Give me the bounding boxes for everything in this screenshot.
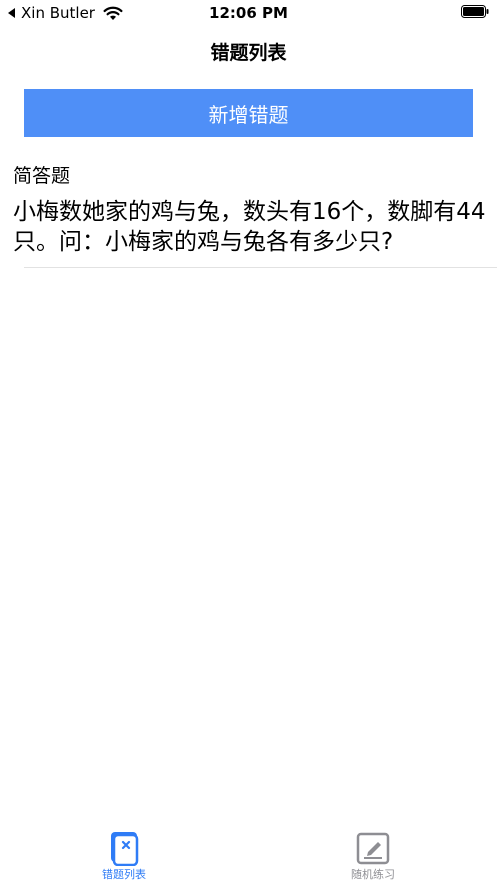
tab-random-practice[interactable]: 随机练习 (249, 822, 497, 883)
tab-label: 随机练习 (351, 868, 395, 881)
battery-icon (461, 5, 489, 18)
tab-label: 错题列表 (102, 868, 146, 881)
status-bar: Xin Butler 12:06 PM (0, 0, 497, 26)
add-wrong-question-button[interactable]: 新增错题 (24, 89, 473, 137)
question-text: 小梅数她家的鸡与兔，数头有16个，数脚有44只。问：小梅家的鸡与兔各有多少只? (13, 199, 486, 255)
divider (24, 267, 497, 268)
edit-icon (356, 832, 390, 865)
notebook-icon (111, 832, 139, 866)
list-item[interactable]: 简答题 小梅数她家的鸡与兔，数头有16个，数脚有44只。问：小梅家的鸡与兔各有多… (0, 150, 497, 268)
tab-bar: 错题列表 随机练习 (0, 822, 497, 883)
question-type-label: 简答题 (13, 165, 71, 187)
page-title: 错题列表 (210, 42, 287, 64)
tab-wrong-question-list[interactable]: 错题列表 (0, 822, 248, 883)
status-time: 12:06 PM (209, 4, 288, 22)
